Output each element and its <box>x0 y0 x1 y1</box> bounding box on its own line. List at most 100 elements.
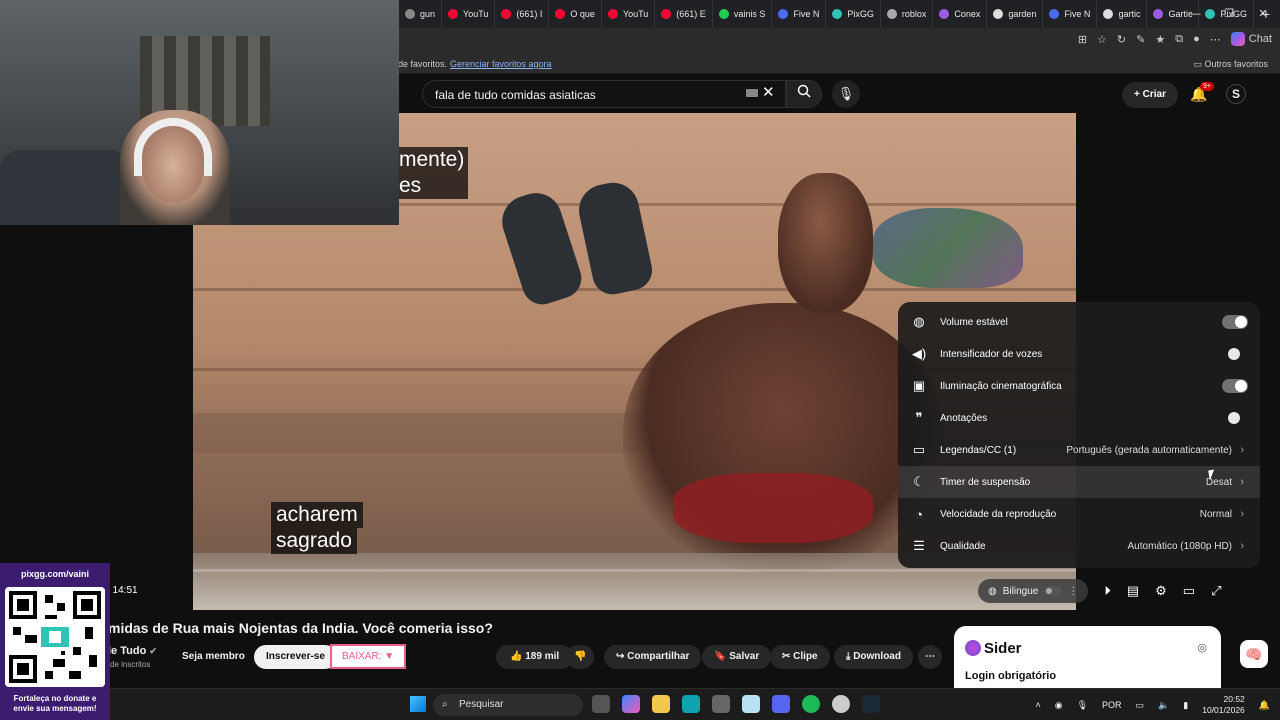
avatar[interactable]: S <box>1226 84 1246 104</box>
browser-tab[interactable]: vainis S <box>713 0 773 28</box>
browser-tab[interactable]: PixGG <box>826 0 881 28</box>
clear-search-icon[interactable]: ✕ <box>762 83 775 101</box>
save-button[interactable]: 🔖 Salvar <box>702 645 772 669</box>
manage-favorites-link[interactable]: Gerenciar favoritos agora <box>450 59 552 69</box>
spotify-icon[interactable] <box>802 695 820 713</box>
favorites-icon[interactable]: ★ <box>1155 33 1165 46</box>
browser-tab[interactable]: Five N <box>772 0 827 28</box>
browser-tab[interactable]: Five N <box>1043 0 1098 28</box>
tray-app-icon[interactable]: ◉ <box>1055 700 1063 711</box>
extensions-icon[interactable]: ✎ <box>1136 33 1145 46</box>
bilingue-toggle[interactable]: ◍ Bilingue ⋮ <box>978 579 1089 603</box>
voice-boost-icon: ◀) <box>911 346 927 361</box>
clock[interactable]: 20:52 10/01/2026 <box>1202 694 1245 716</box>
refresh-icon[interactable]: ↻ <box>1117 33 1126 46</box>
settings-toggle[interactable] <box>1222 411 1248 425</box>
copilot-app-icon[interactable] <box>622 695 640 713</box>
close-window-button[interactable]: ✕ <box>1246 0 1280 28</box>
settings-row[interactable]: ◔ Velocidade da reprodução Normal › <box>898 498 1260 530</box>
obs-icon[interactable] <box>832 695 850 713</box>
channel-name[interactable]: le Tudo ✔ <box>108 645 157 657</box>
more-menu-icon[interactable]: ⋯ <box>1210 33 1221 46</box>
file-explorer-icon[interactable] <box>652 695 670 713</box>
microphone-tray-icon[interactable]: 🎙 <box>1077 700 1088 711</box>
other-favorites-folder[interactable]: ▭ Outros favoritos <box>1193 59 1268 70</box>
more-actions-button[interactable]: ⋯ <box>918 645 942 669</box>
subscribe-button[interactable]: Inscrever-se <box>254 645 337 669</box>
browser-tab[interactable]: (661) I <box>495 0 550 28</box>
sider-launcher-icon[interactable]: 🧠 <box>1240 640 1268 668</box>
pixgg-note: Fortaleça no donate e envie sua mensagem! <box>0 694 110 714</box>
settings-row[interactable]: ▭ Legendas/CC (1) Português (gerada automa… <box>898 434 1260 466</box>
browser-tab[interactable]: Conex <box>933 0 988 28</box>
split-screen-icon[interactable]: ⊞ <box>1078 33 1087 46</box>
browser-tab[interactable]: YouTu <box>442 0 496 28</box>
volume-icon[interactable]: 🔈 <box>1158 700 1169 711</box>
store-icon[interactable] <box>712 695 730 713</box>
browser-tab[interactable]: (661) E <box>655 0 713 28</box>
language-indicator[interactable]: POR <box>1102 700 1122 710</box>
favorites-prompt-text: de favoritos. <box>398 59 448 69</box>
notifications-tray-icon[interactable]: 🔔 <box>1259 700 1270 711</box>
settings-toggle[interactable] <box>1222 315 1248 329</box>
settings-row[interactable]: ◍ Volume estável <box>898 306 1260 338</box>
search-input[interactable]: fala de tudo comidas asiaticas <box>422 80 786 108</box>
join-membership-button[interactable]: Seja membro <box>170 645 257 669</box>
chat-button[interactable]: Chat <box>1230 32 1272 46</box>
browser-tab[interactable]: roblox <box>881 0 934 28</box>
voice-search-button[interactable]: 🎙 <box>832 80 860 108</box>
video-progress-bar[interactable] <box>193 569 1076 572</box>
maximize-button[interactable]: ❐ <box>1212 0 1246 28</box>
windows-start-icon[interactable] <box>410 696 426 712</box>
collections-icon[interactable]: ⧉ <box>1175 33 1183 46</box>
theater-mode-icon[interactable]: ▭ <box>1183 583 1195 599</box>
baixar-dropdown-button[interactable]: BAIXAR: ▼ <box>330 644 407 669</box>
create-button[interactable]: + Criar <box>1122 82 1178 108</box>
settings-gear-icon[interactable]: ⚙ <box>1155 583 1167 599</box>
settings-row[interactable]: ▣ Iluminação cinematográfica <box>898 370 1260 402</box>
photos-icon[interactable] <box>742 695 760 713</box>
like-button[interactable]: 👍 189 mil <box>496 645 574 669</box>
settings-row[interactable]: ☾ Timer de suspensão Desat › <box>898 466 1260 498</box>
search-button[interactable] <box>786 80 822 108</box>
video-title: midas de Rua mais Nojentas da India. Voc… <box>108 620 493 636</box>
captions-button-icon[interactable]: ▤ <box>1127 583 1139 599</box>
minimize-button[interactable]: — <box>1178 0 1212 28</box>
tray-chevron-icon[interactable]: ˄ <box>1035 700 1040 710</box>
discord-icon[interactable] <box>772 695 790 713</box>
bilingue-switch[interactable] <box>1044 586 1063 596</box>
network-icon[interactable]: ▭ <box>1136 700 1145 711</box>
sider-login-text[interactable]: Login obrigatório <box>965 670 1056 682</box>
task-view-icon[interactable] <box>592 695 610 713</box>
pixgg-note-line-2: envie sua mensagem! <box>13 704 97 713</box>
keyboard-icon[interactable] <box>746 89 758 97</box>
settings-toggle[interactable] <box>1222 379 1248 393</box>
steam-icon[interactable] <box>862 695 880 713</box>
tab-favicon-icon <box>832 9 843 19</box>
more-options-icon[interactable]: ⋮ <box>1068 586 1078 597</box>
settings-row[interactable]: ☰ Qualidade Automático (1080p HD) › <box>898 530 1260 562</box>
battery-icon[interactable]: ▮ <box>1183 700 1188 711</box>
taskbar-search[interactable]: ⌕ Pesquisar <box>433 694 583 716</box>
browser-tab[interactable]: gun <box>399 0 443 28</box>
settings-row[interactable]: ❞ Anotações <box>898 402 1260 434</box>
download-button[interactable]: ⤓ Download <box>834 645 913 669</box>
clip-button[interactable]: ✂ Clipe <box>770 645 830 669</box>
chevron-right-icon: › <box>1240 540 1244 552</box>
settings-row[interactable]: ◀) Intensificador de vozes <box>898 338 1260 370</box>
browser-tab[interactable]: gartic <box>1097 0 1148 28</box>
dislike-button[interactable]: 👎 <box>566 645 595 669</box>
browser-tab[interactable]: garden <box>987 0 1044 28</box>
browser-tab[interactable]: O que <box>549 0 602 28</box>
browser-tab[interactable]: YouTu <box>602 0 656 28</box>
favorite-star-icon[interactable]: ☆ <box>1097 33 1107 46</box>
share-button[interactable]: ↪ Compartilhar <box>604 645 702 669</box>
tab-label: (661) I <box>516 9 543 19</box>
sider-settings-icon[interactable]: ◎ <box>1197 641 1207 654</box>
fullscreen-icon[interactable]: ⤢ <box>1211 583 1221 599</box>
edge-browser-icon[interactable] <box>682 695 700 713</box>
autoplay-toggle-icon[interactable]: ⏵ <box>1104 583 1111 599</box>
settings-toggle[interactable] <box>1222 347 1248 361</box>
caption-line-2: sagrado <box>271 528 357 554</box>
profile-icon[interactable]: ● <box>1193 33 1200 45</box>
